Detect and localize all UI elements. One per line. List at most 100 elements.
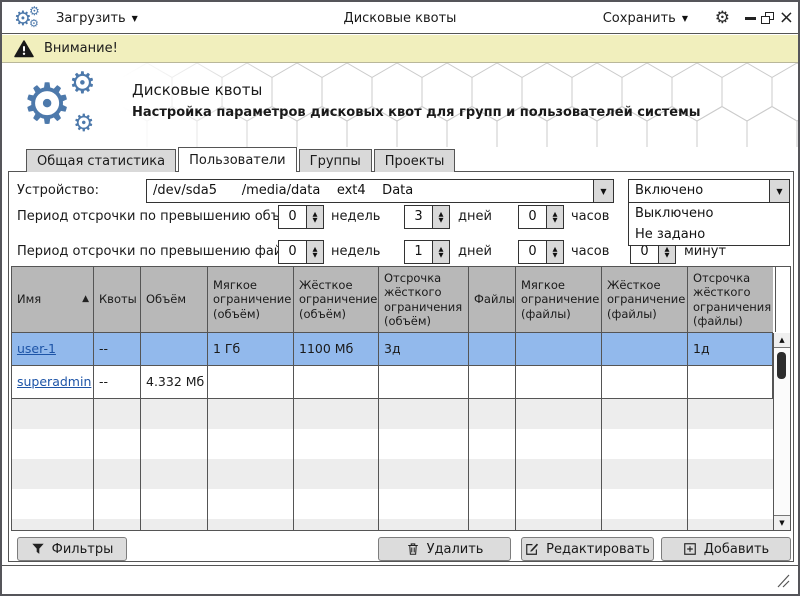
dropdown-button[interactable]: ▼ xyxy=(593,180,613,202)
restore-icon xyxy=(761,12,774,24)
cell-grace-volume xyxy=(379,366,469,398)
table-row[interactable]: superadmin -- 4.332 Мб xyxy=(12,366,773,399)
device-select[interactable]: /dev/sda5 /media/data ext4 Data ▼ xyxy=(146,179,614,203)
quota-state-select[interactable]: Включено ▼ xyxy=(628,179,790,203)
gear-icon: ⚙ xyxy=(715,8,730,28)
column-header-files[interactable]: Файлы xyxy=(469,267,516,332)
column-header-soft-volume[interactable]: Мягкое ограничение (объём) xyxy=(208,267,294,332)
app-gears-icon: ⚙ ⚙ ⚙ xyxy=(14,5,44,32)
option-not-set[interactable]: Не задано xyxy=(629,224,789,245)
close-icon: × xyxy=(779,9,794,27)
table-row[interactable]: user-1 -- 1 Гб 1100 Мб 3д 1д xyxy=(12,333,773,366)
page-header: ⚙ ⚙ ⚙ Дисковые квоты Настройка параметро… xyxy=(2,63,798,147)
arrow-down-icon: ▼ xyxy=(313,252,318,258)
load-menu-button[interactable]: Загрузить ▼ xyxy=(56,2,138,34)
save-menu-label: Сохранить xyxy=(603,11,676,26)
tab-projects[interactable]: Проекты xyxy=(374,149,456,172)
column-grid-line xyxy=(207,399,208,530)
volume-days-stepper[interactable]: 3 ▲▼ xyxy=(404,205,450,229)
scroll-up-button[interactable]: ▲ xyxy=(774,333,790,348)
scrollbar-thumb[interactable] xyxy=(777,352,786,379)
column-grid-line xyxy=(687,399,688,530)
cell-grace-files xyxy=(688,366,773,398)
cell-hard-files xyxy=(602,366,688,398)
quota-state-dropdown-list: Выключено Не задано xyxy=(628,202,790,246)
gear-icon: ⚙ xyxy=(29,5,40,17)
chevron-down-icon: ▼ xyxy=(682,14,688,23)
files-hours-value: 0 xyxy=(519,241,546,263)
tab-users[interactable]: Пользователи xyxy=(178,147,297,172)
arrow-down-icon: ▼ xyxy=(439,252,444,258)
files-weeks-value: 0 xyxy=(279,241,306,263)
stepper-buttons[interactable]: ▲▼ xyxy=(306,206,323,228)
cell-grace-volume: 3д xyxy=(379,333,469,365)
user-link[interactable]: user-1 xyxy=(17,341,56,356)
stepper-buttons[interactable]: ▲▼ xyxy=(546,206,563,228)
column-header-hard-volume[interactable]: Жёсткое ограничение (объём) xyxy=(294,267,379,332)
minimize-icon xyxy=(745,17,756,20)
quota-state-value: Включено xyxy=(635,180,765,202)
save-menu-button[interactable]: Сохранить ▼ xyxy=(603,2,688,34)
add-button[interactable]: Добавить xyxy=(661,537,791,561)
delete-button[interactable]: Удалить xyxy=(378,537,511,561)
gear-icon: ⚙ xyxy=(29,18,39,29)
arrow-down-icon: ▼ xyxy=(553,252,558,258)
column-header-grace-files[interactable]: Отсрочка жёсткого ограничения (файлы) xyxy=(688,267,776,332)
add-label: Добавить xyxy=(704,542,769,557)
column-header-name[interactable]: Имя ▲ xyxy=(12,267,94,332)
hours-unit: часов xyxy=(571,205,609,229)
arrow-down-icon: ▼ xyxy=(439,217,444,223)
gear-icon: ⚙ xyxy=(22,77,72,133)
vertical-scrollbar[interactable]: ▲ ▼ xyxy=(773,333,790,530)
chevron-down-icon: ▼ xyxy=(776,187,782,196)
stepper-buttons[interactable]: ▲▼ xyxy=(306,241,323,263)
column-grid-line xyxy=(293,399,294,530)
stepper-buttons[interactable]: ▲▼ xyxy=(546,241,563,263)
chevron-down-icon: ▼ xyxy=(600,187,606,196)
column-header-quotas[interactable]: Квоты xyxy=(94,267,141,332)
arrow-down-icon: ▼ xyxy=(313,217,318,223)
tab-groups[interactable]: Группы xyxy=(299,149,372,172)
days-unit: дней xyxy=(458,240,492,264)
resize-grip[interactable] xyxy=(774,574,790,588)
files-hours-stepper[interactable]: 0 ▲▼ xyxy=(518,240,564,264)
filters-button[interactable]: Фильтры xyxy=(17,537,127,561)
option-disabled[interactable]: Выключено xyxy=(629,203,789,224)
cell-quotas: -- xyxy=(94,333,141,365)
files-weeks-stepper[interactable]: 0 ▲▼ xyxy=(278,240,324,264)
cell-files xyxy=(469,366,516,398)
close-button[interactable]: × xyxy=(779,2,794,34)
grace-volume-label: Период отсрочки по превышению объёма: xyxy=(17,205,310,229)
cell-files xyxy=(469,333,516,365)
disk-quotas-gears-icon: ⚙ ⚙ ⚙ xyxy=(22,71,114,141)
user-link[interactable]: superadmin xyxy=(17,374,91,389)
stepper-buttons[interactable]: ▲▼ xyxy=(432,206,449,228)
chevron-down-icon: ▼ xyxy=(132,14,138,23)
cell-soft-files xyxy=(516,333,602,365)
column-grid-line xyxy=(93,399,94,530)
column-header-soft-files[interactable]: Мягкое ограничение (файлы) xyxy=(516,267,602,332)
volume-hours-stepper[interactable]: 0 ▲▼ xyxy=(518,205,564,229)
cell-soft-files xyxy=(516,366,602,398)
settings-gear-button[interactable]: ⚙ xyxy=(715,2,730,34)
minimize-button[interactable] xyxy=(745,2,756,34)
page-title: Дисковые квоты xyxy=(132,81,262,99)
cell-grace-files: 1д xyxy=(688,333,773,365)
column-header-volume[interactable]: Объём xyxy=(141,267,208,332)
column-header-hard-files[interactable]: Жёсткое ограничение (файлы) xyxy=(602,267,688,332)
cell-hard-volume xyxy=(294,366,379,398)
edit-button[interactable]: Редактировать xyxy=(521,537,654,561)
arrow-down-icon: ▼ xyxy=(779,519,784,527)
maximize-button[interactable] xyxy=(761,2,774,34)
files-days-stepper[interactable]: 1 ▲▼ xyxy=(404,240,450,264)
column-header-grace-volume[interactable]: Отсрочка жёсткого ограничения (объём) xyxy=(379,267,469,332)
dropdown-button[interactable]: ▼ xyxy=(769,180,789,202)
stepper-buttons[interactable]: ▲▼ xyxy=(432,241,449,263)
warning-banner: Внимание! xyxy=(2,35,798,63)
days-unit: дней xyxy=(458,205,492,229)
volume-weeks-stepper[interactable]: 0 ▲▼ xyxy=(278,205,324,229)
scroll-down-button[interactable]: ▼ xyxy=(774,515,790,530)
column-grid-line xyxy=(468,399,469,530)
tab-general-stats[interactable]: Общая статистика xyxy=(26,149,176,172)
delete-label: Удалить xyxy=(427,542,484,557)
